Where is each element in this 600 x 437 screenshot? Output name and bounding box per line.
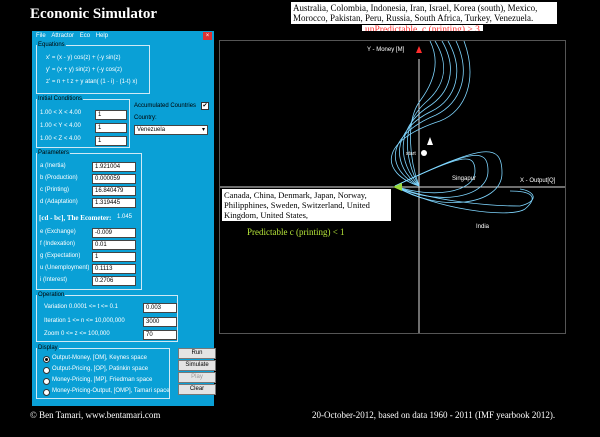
initial-conditions-legend: Initial Conditions: [38, 96, 83, 102]
menu-eco[interactable]: Eco: [80, 33, 90, 39]
param-i-input[interactable]: 0.2706: [92, 276, 136, 286]
zoom-input[interactable]: 70: [143, 330, 177, 340]
menu-attractor[interactable]: Attractor: [51, 33, 74, 39]
arrow-up-small-icon: [427, 137, 433, 145]
singapur-label: Singapur: [452, 176, 477, 182]
param-g-input[interactable]: 1: [92, 252, 136, 262]
predictable-label: Predictable c (printing) < 1: [247, 227, 345, 237]
display-legend: Display: [38, 345, 58, 351]
arrow-left-icon: [393, 183, 402, 191]
param-d-input[interactable]: 1.319445: [92, 198, 136, 208]
chevron-down-icon: ▾: [201, 127, 205, 133]
accumulated-checkbox[interactable]: ✔: [201, 102, 209, 110]
param-c-input[interactable]: 16.840479: [92, 186, 136, 196]
init-x-input[interactable]: 1: [95, 110, 127, 120]
parameters-legend: Parameters: [38, 150, 70, 156]
iteration-input[interactable]: 3000: [143, 317, 177, 327]
init-x-label: 1.00 < X < 4.00: [40, 110, 82, 116]
display-radio-omp[interactable]: [43, 389, 50, 396]
phase-plot-svg: [220, 41, 565, 333]
menu-bar: File Attractor Eco Help ×: [32, 31, 214, 41]
variation-input[interactable]: 0.003: [143, 303, 177, 313]
simulate-button[interactable]: Simulate: [178, 360, 216, 371]
display-radio-om[interactable]: [43, 356, 50, 363]
menu-help[interactable]: Help: [96, 33, 108, 39]
clear-button[interactable]: Clear: [178, 384, 216, 395]
equation-y: y' = (x + y) sin(z) + (-y cos(z): [46, 67, 122, 73]
zoom-label: Zoom 0 <= z <= 100,000: [44, 331, 110, 337]
param-d-label: d (Adaptation): [40, 199, 78, 205]
y-axis-label: Y - Money [M]: [367, 47, 405, 53]
phase-plot: Y - Money [M] X - Output[Q] start Singap…: [219, 40, 566, 334]
app-title: Econonic Simulator: [30, 6, 158, 22]
param-g-label: g (Expectation): [40, 253, 81, 259]
equation-z: z' = n + t z + y atan( (1 - i) · (1-t) x…: [46, 79, 138, 85]
param-e-input[interactable]: -0.009: [92, 228, 136, 238]
country-select[interactable]: Venezuela ▾: [134, 125, 208, 135]
play-button[interactable]: Play: [178, 372, 216, 383]
param-f-input[interactable]: 0.01: [92, 240, 136, 250]
unpredictable-countries-note: Australia, Colombia, Indonesia, Iran, Is…: [291, 2, 557, 24]
display-option-op: Output-Pricing, [OP], Patinkin space: [52, 366, 149, 372]
param-a-label: a (Inertia): [40, 163, 66, 169]
param-u-input[interactable]: 0.1113: [92, 264, 136, 274]
param-i-label: i (Interest): [40, 277, 68, 283]
start-label: start: [406, 151, 416, 157]
ecometer-value: 1.045: [117, 214, 133, 220]
country-select-value: Venezuela: [137, 127, 166, 133]
param-e-label: e (Exchange): [40, 229, 76, 235]
display-option-mp: Money-Pricing, [MP], Friedman space: [52, 377, 153, 383]
start-point: [421, 150, 427, 156]
display-option-om: Output-Money, [OM], Keynes space: [52, 355, 147, 361]
init-y-input[interactable]: 1: [95, 123, 127, 133]
footer-date: 20-October-2012, based on data 1960 - 20…: [312, 410, 556, 420]
menu-file[interactable]: File: [36, 33, 46, 39]
iteration-label: Iteration 1 <= n <= 10,000,000: [44, 318, 125, 324]
init-z-label: 1.00 < Z < 4.00: [40, 136, 81, 142]
param-b-input[interactable]: 0.000059: [92, 174, 136, 184]
param-f-label: f (Indexation): [40, 241, 76, 247]
init-z-input[interactable]: 1: [95, 136, 127, 146]
footer-copyright: © Ben Tamari, www.bentamari.com: [30, 410, 161, 420]
ecometer-label: [cd - bc], The Ecometer:: [39, 214, 112, 222]
equations-legend: Equations: [38, 42, 65, 48]
param-u-label: u (Unemployment): [40, 265, 90, 271]
init-y-label: 1.00 < Y < 4.00: [40, 123, 81, 129]
run-button[interactable]: Run: [178, 348, 216, 359]
arrow-up-icon: [416, 46, 422, 53]
display-radio-op[interactable]: [43, 367, 50, 374]
india-label: India: [476, 224, 490, 230]
predictable-countries-note: Canada, China, Denmark, Japan, Norway, P…: [222, 189, 391, 221]
equation-x: x' = (x - y) cos(z) + (-y sin(z): [46, 55, 121, 61]
country-label: Country:: [134, 115, 157, 121]
param-a-input[interactable]: 1.921004: [92, 162, 136, 172]
accumulated-label: Accumulated Countries: [134, 103, 197, 109]
x-axis-label: X - Output[Q]: [520, 178, 556, 184]
display-option-omp: Money-Pricing-Output, [OMP], Tamari spac…: [52, 388, 170, 394]
param-c-label: c (Printing): [40, 187, 70, 193]
operation-legend: Operation: [38, 292, 65, 298]
variation-label: Variation 0.0001 <= t <= 0.1: [44, 304, 118, 310]
param-b-label: b (Production): [40, 175, 78, 181]
close-icon[interactable]: ×: [203, 32, 212, 40]
display-radio-mp[interactable]: [43, 378, 50, 385]
